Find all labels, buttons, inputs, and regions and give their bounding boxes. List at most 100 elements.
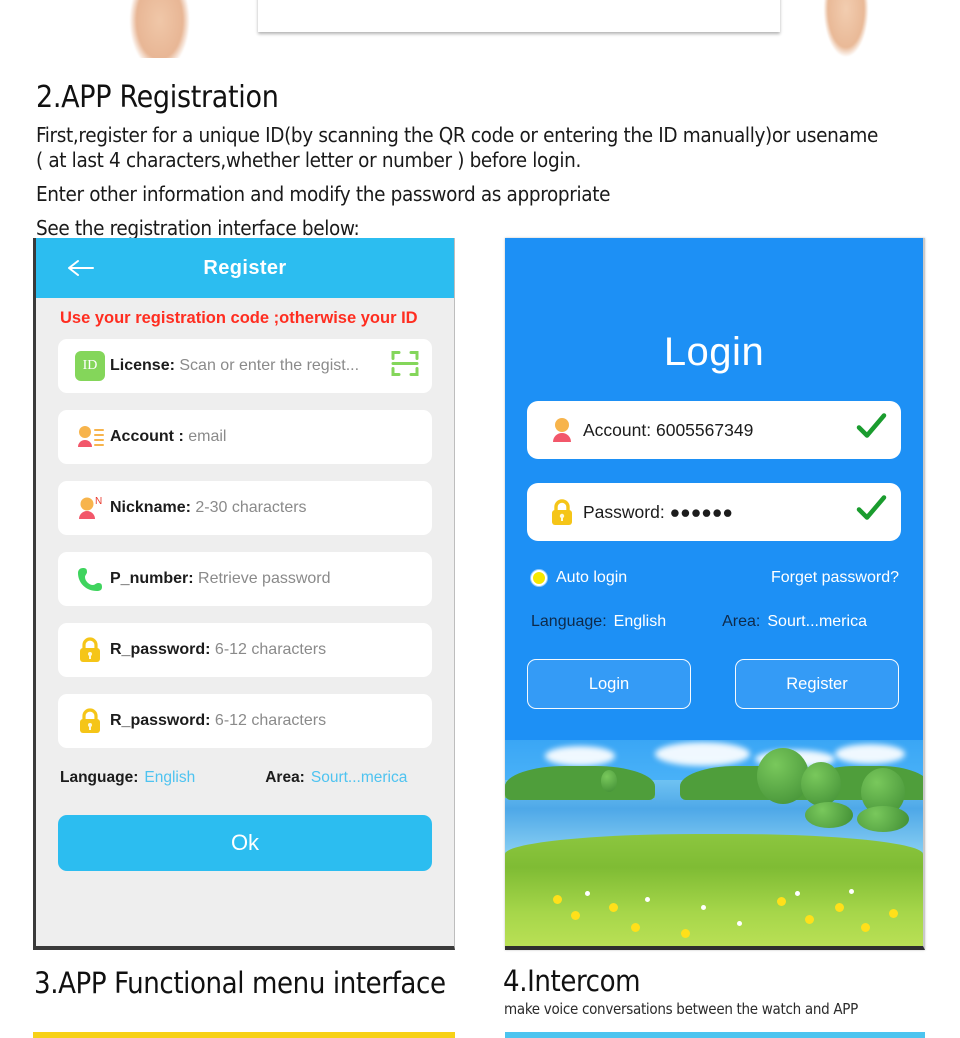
register-language-value[interactable]: English [144, 769, 195, 787]
flower [805, 915, 814, 924]
register-locale-row: Language: English Area: Sourt...merica [36, 765, 454, 787]
screenshots-row: Register Use your registration code ;oth… [0, 238, 960, 950]
flower [681, 929, 690, 938]
license-label: License: [110, 357, 175, 374]
password-placeholder: 6-12 characters [214, 641, 327, 658]
flower [795, 891, 800, 896]
nickname-field-row[interactable]: N Nickname: 2-30 characters [58, 481, 432, 535]
register-language-label: Language: [60, 769, 139, 786]
register-button[interactable]: Register [735, 659, 899, 709]
login-password-value: ●●●●●● [669, 501, 733, 522]
phone-number-label: P_number: [110, 570, 194, 587]
register-area-value[interactable]: Sourt...merica [311, 769, 407, 787]
check-icon [855, 495, 887, 530]
login-area-label: Area: [722, 613, 761, 630]
section3-accent-bar [33, 1032, 455, 1038]
license-field-row[interactable]: ID License: Scan or enter the regist... [58, 339, 432, 393]
tree [601, 770, 617, 792]
lock-icon [541, 497, 583, 527]
person-photo-right [790, 0, 930, 58]
account-list-icon [70, 423, 110, 451]
section4-heading: 4.Intercom [503, 964, 641, 998]
bush [805, 802, 853, 828]
login-phone-screenshot: Login Account: 6005567349 Password: ●●●●… [505, 238, 925, 950]
qr-scan-icon[interactable] [390, 349, 420, 384]
login-password-label: Password: [583, 501, 665, 522]
login-area-value[interactable]: Sourt...merica [767, 613, 867, 631]
forget-password-link[interactable]: Forget password? [771, 569, 899, 587]
arrow-left-icon[interactable] [66, 258, 96, 278]
password-label: R_password: [110, 641, 211, 658]
flower [609, 903, 618, 912]
register-title: Register [203, 256, 287, 279]
lock-icon [70, 636, 110, 664]
phone-number-field-text: P_number: Retrieve password [110, 570, 331, 588]
flower [571, 911, 580, 920]
login-account-text: Account: 6005567349 [583, 420, 753, 441]
flower [777, 897, 786, 906]
confirm-password-field-row[interactable]: R_password: 6-12 characters [58, 694, 432, 748]
registration-warning: Use your registration code ;otherwise yo… [60, 309, 418, 327]
login-options-row: Auto login Forget password? [505, 565, 923, 587]
login-language-label: Language: [531, 613, 607, 630]
flower [861, 923, 870, 932]
account-field-text: Account : email [110, 428, 226, 446]
register-form: ID License: Scan or enter the regist... [36, 333, 454, 748]
account-field-row[interactable]: Account : email [58, 410, 432, 464]
nickname-icon: N [70, 494, 110, 522]
login-buttons-row: Login Register [505, 631, 923, 709]
phone-number-placeholder: Retrieve password [198, 570, 331, 587]
auto-login-label: Auto login [556, 569, 628, 586]
flower [645, 897, 650, 902]
license-field-text: License: Scan or enter the regist... [110, 357, 359, 375]
password-field-row[interactable]: R_password: 6-12 characters [58, 623, 432, 677]
password-field-text: R_password: 6-12 characters [110, 641, 326, 659]
cloud [545, 746, 615, 766]
radio-icon[interactable] [531, 570, 547, 586]
auto-login-toggle[interactable]: Auto login [531, 569, 627, 587]
bush [857, 806, 909, 832]
top-photo-strip [0, 0, 960, 58]
nickname-field-text: Nickname: 2-30 characters [110, 499, 307, 517]
flower [849, 889, 854, 894]
login-account-value: 6005567349 [655, 419, 754, 440]
cloud [835, 744, 905, 764]
flower [631, 923, 640, 932]
flower [585, 891, 590, 896]
ok-button[interactable]: Ok [58, 815, 432, 871]
tree [801, 762, 841, 806]
account-placeholder: email [188, 428, 227, 445]
svg-text:N: N [95, 496, 102, 507]
flower [835, 903, 844, 912]
white-panel [258, 0, 780, 32]
register-header: Register [36, 238, 454, 298]
login-password-text: Password: ●●●●●● [583, 502, 733, 523]
landscape-wallpaper [505, 740, 923, 946]
account-icon [541, 415, 583, 445]
section2-line3: Enter other information and modify the p… [36, 182, 611, 206]
flower [737, 921, 742, 926]
cloud [655, 742, 750, 766]
section3-heading: 3.APP Functional menu interface [34, 966, 446, 1000]
nickname-placeholder: 2-30 characters [195, 499, 307, 516]
login-title: Login [663, 330, 765, 374]
check-icon [855, 413, 887, 448]
login-locale-row: Language: English Area: Sourt...merica [505, 587, 923, 631]
flower [889, 909, 898, 918]
login-language-value[interactable]: English [614, 613, 666, 631]
phone-icon [70, 565, 110, 593]
confirm-password-field-text: R_password: 6-12 characters [110, 712, 326, 730]
section4-subtitle: make voice conversations between the wat… [504, 1000, 858, 1018]
section2-heading: 2.APP Registration [36, 80, 279, 115]
phone-number-field-row[interactable]: P_number: Retrieve password [58, 552, 432, 606]
section2-line1: First,register for a unique ID(by scanni… [36, 123, 879, 147]
login-password-row[interactable]: Password: ●●●●●● [527, 483, 901, 541]
login-button[interactable]: Login [527, 659, 691, 709]
login-account-row[interactable]: Account: 6005567349 [527, 401, 901, 459]
login-form: Account: 6005567349 Password: ●●●●●● [505, 375, 923, 541]
document-text: 2.APP Registration First,register for a … [0, 58, 960, 241]
flower [701, 905, 706, 910]
confirm-password-label: R_password: [110, 712, 211, 729]
id-badge-icon: ID [70, 351, 110, 381]
section2-line2: ( at last 4 characters,whether letter or… [36, 148, 581, 172]
